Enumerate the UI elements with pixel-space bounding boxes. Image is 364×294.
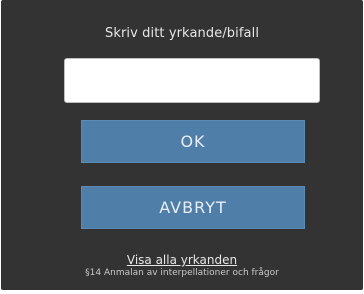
motion-dialog: Skriv ditt yrkande/bifall OK AVBRYT Visa… bbox=[1, 0, 363, 290]
agenda-item-text: §14 Anmalan av interpellationer och fråg… bbox=[85, 268, 279, 278]
dialog-title: Skriv ditt yrkande/bifall bbox=[104, 26, 260, 41]
show-all-motions-link[interactable]: Visa alla yrkanden bbox=[1, 253, 363, 267]
cancel-button[interactable]: AVBRYT bbox=[81, 186, 305, 229]
ok-button[interactable]: OK bbox=[81, 120, 305, 163]
motion-text-input[interactable] bbox=[64, 58, 320, 103]
